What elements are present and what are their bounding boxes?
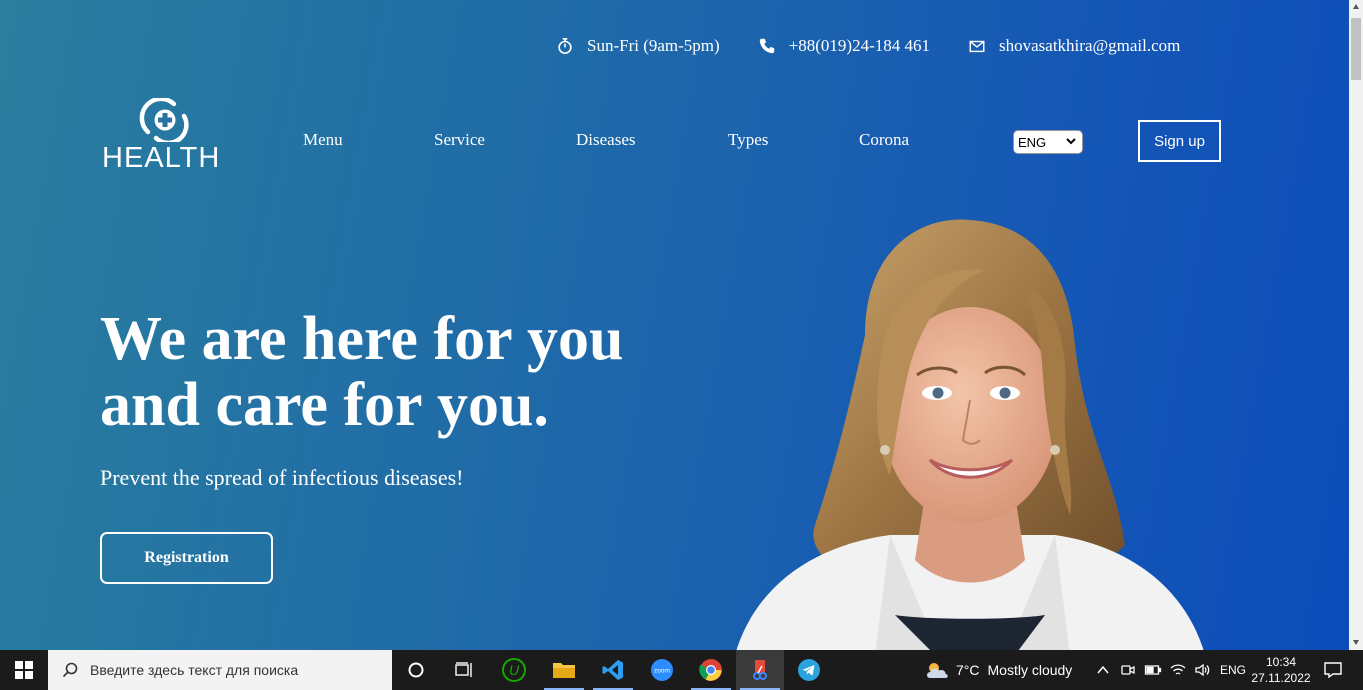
scroll-down-icon[interactable] — [1352, 638, 1360, 646]
cortana-circle-icon — [408, 662, 424, 678]
contact-bar: Sun-Fri (9am-5pm) +88(019)24-184 461 sho… — [556, 36, 1218, 56]
nav-item-service[interactable]: Service — [434, 130, 485, 150]
hero-title: We are here for you and care for you. — [100, 306, 623, 438]
meet-now-icon[interactable] — [1120, 662, 1136, 678]
phone-icon — [759, 38, 774, 54]
doctor-portrait — [736, 219, 1204, 650]
hours-text: Sun-Fri (9am-5pm) — [587, 36, 720, 55]
windows-logo-icon — [15, 661, 33, 679]
signup-button[interactable]: Sign up — [1138, 120, 1221, 162]
chevron-down-icon — [1066, 138, 1076, 145]
website-page: Sun-Fri (9am-5pm) +88(019)24-184 461 sho… — [0, 0, 1349, 650]
email-info: shovasatkhira@gmail.com — [968, 36, 1180, 56]
scroll-up-icon[interactable] — [1352, 3, 1360, 11]
notification-icon — [1324, 662, 1342, 678]
windows-taskbar: Введите здесь текст для поиска U zoom 7°… — [0, 650, 1363, 690]
taskbar-clock[interactable]: 10:34 27.11.2022 — [1244, 654, 1318, 686]
zoom-icon: zoom — [651, 659, 673, 681]
snipping-tool-button[interactable] — [736, 650, 784, 690]
cortana-button[interactable] — [392, 650, 440, 690]
medical-cross-logo-icon — [139, 98, 189, 142]
hero-title-line2: and care for you. — [100, 371, 549, 439]
cloudy-weather-icon — [927, 663, 948, 678]
svg-text:zoom: zoom — [654, 668, 670, 675]
task-view-icon — [455, 662, 472, 677]
hours-info: Sun-Fri (9am-5pm) — [556, 36, 720, 56]
vscode-icon — [602, 660, 623, 680]
upwork-icon: U — [502, 658, 526, 682]
zoom-button[interactable]: zoom — [638, 650, 686, 690]
weather-widget[interactable]: 7°C Mostly cloudy — [924, 650, 1072, 690]
telegram-icon — [798, 659, 820, 681]
hero-subtitle: Prevent the spread of infectious disease… — [100, 465, 464, 490]
volume-icon[interactable] — [1194, 663, 1210, 677]
notifications-button[interactable] — [1311, 650, 1355, 690]
email-text[interactable]: shovasatkhira@gmail.com — [999, 36, 1180, 56]
stopwatch-icon — [558, 37, 572, 55]
chevron-up-icon[interactable] — [1096, 663, 1110, 677]
input-language[interactable]: ENG — [1220, 663, 1246, 677]
folder-icon — [553, 663, 575, 678]
clock-time: 10:34 — [1265, 655, 1297, 669]
scissors-icon — [753, 660, 767, 680]
upwork-app-button[interactable]: U — [490, 650, 538, 690]
svg-text:U: U — [509, 662, 520, 678]
page-scrollbar[interactable] — [1349, 0, 1363, 650]
logo-word: HEALTH — [102, 142, 221, 174]
system-tray: ENG — [1096, 650, 1246, 690]
scrollbar-thumb[interactable] — [1351, 18, 1361, 80]
nav-item-types[interactable]: Types — [728, 130, 768, 150]
vscode-button[interactable] — [589, 650, 637, 690]
battery-icon[interactable] — [1144, 663, 1162, 677]
language-select[interactable]: ENG — [1013, 130, 1083, 154]
hero-title-line1: We are here for you — [100, 305, 624, 373]
chrome-icon — [699, 659, 722, 681]
search-placeholder: Введите здесь текст для поиска — [90, 662, 299, 678]
start-button[interactable] — [0, 650, 48, 690]
taskbar-search[interactable]: Введите здесь текст для поиска — [48, 650, 392, 690]
weather-desc: Mostly cloudy — [987, 662, 1073, 678]
nav-item-corona[interactable]: Corona — [859, 130, 909, 150]
task-view-button[interactable] — [440, 650, 488, 690]
weather-temp: 7°C — [956, 662, 980, 678]
search-icon — [62, 662, 78, 678]
telegram-button[interactable] — [785, 650, 833, 690]
registration-button[interactable]: Registration — [100, 532, 273, 584]
clock-date: 27.11.2022 — [1251, 671, 1311, 685]
language-value: ENG — [1018, 134, 1047, 150]
phone-info: +88(019)24-184 461 — [758, 36, 930, 56]
envelope-icon — [969, 40, 985, 53]
file-explorer-button[interactable] — [540, 650, 588, 690]
wifi-icon[interactable] — [1170, 663, 1186, 677]
health-logo[interactable]: HEALTH — [102, 98, 232, 174]
chrome-button[interactable] — [687, 650, 735, 690]
nav-item-diseases[interactable]: Diseases — [576, 130, 635, 150]
nav-item-menu[interactable]: Menu — [303, 130, 343, 150]
phone-text: +88(019)24-184 461 — [788, 36, 931, 55]
